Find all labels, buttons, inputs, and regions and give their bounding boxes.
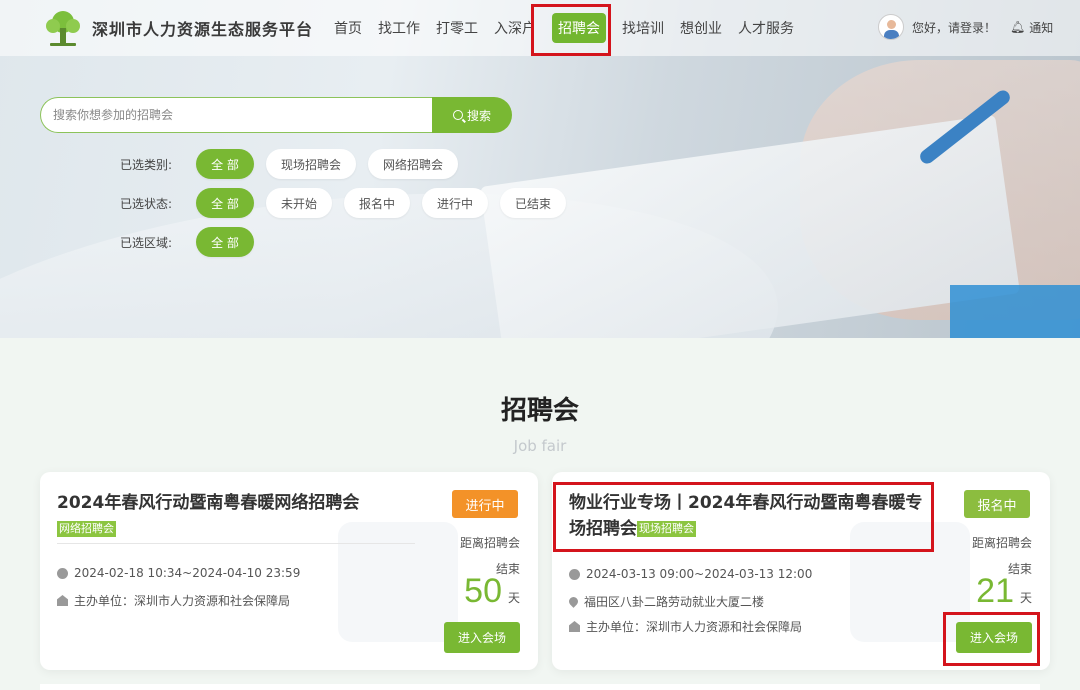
nav-highlight-box [531, 4, 611, 56]
card-time: 2024-02-18 10:34~2024-04-10 23:59 [57, 566, 300, 580]
status-badge: 进行中 [452, 490, 518, 518]
card-address: 福田区八卦二路劳动就业大厦二楼 [567, 593, 765, 610]
location-pin-icon [567, 595, 580, 608]
enter-venue-button[interactable]: 进入会场 [444, 622, 520, 653]
status-badge: 报名中 [964, 490, 1030, 518]
search-bar: 搜索 [40, 97, 512, 133]
nav-training[interactable]: 找培训 [622, 18, 664, 38]
section-title: 招聘会 [500, 396, 579, 426]
nav-home[interactable]: 首页 [334, 18, 362, 38]
filter-chip-all[interactable]: 全 部 [196, 149, 254, 179]
filter-chip-ongoing[interactable]: 进行中 [422, 188, 489, 218]
countdown: 21 天 [976, 572, 1032, 611]
user-area: 您好，请登录！ 🔔︎ 通知 [878, 14, 1053, 40]
countdown-days: 21 [976, 572, 1014, 610]
card-title[interactable]: 2024年春风行动暨南粤春暖网络招聘会网络招聘会 [57, 490, 417, 542]
bell-icon[interactable]: 🔔︎ [1010, 20, 1025, 34]
site-logo-text[interactable]: 深圳市人力资源生态服务平台 [92, 16, 313, 40]
card-organizer: 主办单位：深圳市人力资源和社会保障局 [569, 618, 802, 635]
card-address-text: 福田区八卦二路劳动就业大厦二楼 [584, 595, 765, 609]
clock-icon [57, 567, 68, 579]
filter-chip-signup[interactable]: 报名中 [344, 188, 411, 218]
countdown-label: 距离招聘会 [971, 536, 1032, 550]
login-link[interactable]: 您好，请登录！ [912, 19, 996, 36]
title-highlight-box [553, 482, 934, 552]
card-type-tag: 网络招聘会 [57, 521, 116, 537]
hero-folder-decoration [950, 285, 1080, 338]
search-icon [452, 110, 463, 120]
filter-status-row: 已选状态: 全 部 未开始 报名中 进行中 已结束 [120, 188, 578, 218]
countdown-unit: 天 [1019, 591, 1032, 605]
card-organizer-text: 主办单位：深圳市人力资源和社会保障局 [586, 620, 803, 634]
building-icon [57, 595, 68, 606]
card-divider [57, 543, 415, 544]
section-subtitle: Job fair [513, 437, 567, 455]
filter-chip-onsite[interactable]: 现场招聘会 [266, 149, 357, 179]
avatar[interactable] [878, 14, 904, 40]
nav-hukou[interactable]: 入深户 [494, 18, 536, 38]
nav-find-job[interactable]: 找工作 [378, 18, 420, 38]
filter-chip-online[interactable]: 网络招聘会 [368, 149, 459, 179]
nav-odd-jobs[interactable]: 打零工 [436, 18, 478, 38]
building-icon [569, 621, 580, 632]
card-title-text: 2024年春风行动暨南粤春暖网络招聘会 [57, 493, 360, 513]
search-input[interactable] [40, 97, 432, 133]
filter-label: 已选区域: [120, 235, 173, 250]
nav-startup[interactable]: 想创业 [680, 18, 722, 38]
filter-region-row: 已选区域: 全 部 [120, 227, 266, 257]
countdown: 50 天 [464, 572, 520, 611]
card-time-text: 2024-03-13 09:00~2024-03-13 12:00 [586, 567, 813, 581]
countdown-label: 距离招聘会 [459, 536, 520, 550]
notice-link[interactable]: 通知 [1029, 19, 1053, 36]
filter-label: 已选类别: [120, 157, 173, 172]
job-fair-card[interactable]: 2024年春风行动暨南粤春暖网络招聘会网络招聘会 2024-02-18 10:3… [40, 472, 538, 670]
filter-chip-all[interactable]: 全 部 [196, 227, 254, 257]
next-row-peek [40, 684, 1040, 690]
search-button-label: 搜索 [466, 108, 491, 123]
countdown-days: 50 [464, 572, 502, 610]
filter-chip-ended[interactable]: 已结束 [500, 188, 567, 218]
clock-icon [569, 568, 580, 580]
filter-chip-all[interactable]: 全 部 [196, 188, 254, 218]
button-highlight-box [943, 612, 1040, 666]
tree-logo-icon[interactable] [40, 8, 86, 48]
card-time-text: 2024-02-18 10:34~2024-04-10 23:59 [74, 566, 301, 580]
top-header: 深圳市人力资源生态服务平台 首页 找工作 打零工 入深户 招聘会 找培训 想创业… [0, 0, 1080, 56]
card-organizer: 主办单位：深圳市人力资源和社会保障局 [57, 592, 290, 609]
countdown-unit: 天 [507, 591, 520, 605]
nav-talent-service[interactable]: 人才服务 [738, 18, 794, 38]
card-time: 2024-03-13 09:00~2024-03-13 12:00 [569, 567, 812, 581]
search-button[interactable]: 搜索 [432, 97, 512, 133]
filter-category-row: 已选类别: 全 部 现场招聘会 网络招聘会 [120, 149, 470, 179]
filter-chip-not-started[interactable]: 未开始 [266, 188, 333, 218]
card-organizer-text: 主办单位：深圳市人力资源和社会保障局 [74, 594, 291, 608]
filter-label: 已选状态: [120, 196, 173, 211]
